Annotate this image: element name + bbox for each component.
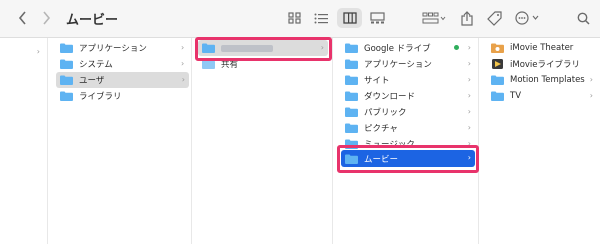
folder-icon: [60, 75, 73, 85]
list-item[interactable]: iMovieライブラリ: [487, 56, 597, 72]
list-item[interactable]: ユーザ ›: [56, 72, 189, 88]
folder-icon: [345, 43, 358, 53]
list-view-icon: [314, 13, 328, 23]
list-item-label: ダウンロード: [364, 92, 416, 102]
list-item-label: ライブラリ: [79, 92, 122, 102]
tag-button[interactable]: [484, 8, 504, 28]
search-icon: [577, 12, 590, 25]
imovie-library-icon: [492, 59, 503, 69]
folder-icon: [60, 59, 73, 69]
list-item[interactable]: iMovie Theater: [487, 40, 597, 56]
more-button[interactable]: [514, 9, 542, 27]
list-item[interactable]: ピクチャ ›: [341, 120, 475, 136]
list-item-label: ピクチャ: [364, 124, 398, 134]
gallery-view-icon: [369, 12, 385, 24]
chevron-right-icon: ›: [467, 123, 471, 132]
list-item-label: パブリック: [364, 108, 407, 118]
list-item-label: サイト: [364, 76, 390, 86]
list-item[interactable]: ライブラリ: [56, 88, 189, 104]
forward-button[interactable]: [38, 10, 54, 26]
column-3: › 共有: [192, 37, 333, 244]
folder-icon: [491, 91, 504, 101]
column-view-button[interactable]: [337, 8, 362, 28]
list-item-label: ユーザ: [79, 76, 105, 86]
list-item[interactable]: サイト ›: [341, 72, 475, 88]
column-1: ›: [0, 38, 48, 244]
list-item-label: Motion Templates: [510, 75, 585, 85]
list-item[interactable]: パブリック ›: [341, 104, 475, 120]
chevron-right-icon: ›: [589, 75, 593, 84]
grid-view-button[interactable]: [284, 9, 304, 27]
tag-icon: [486, 10, 502, 26]
group-button[interactable]: [420, 9, 448, 27]
list-item[interactable]: ›: [0, 44, 44, 60]
more-icon: [515, 11, 539, 25]
chevron-right-icon: ›: [181, 59, 185, 68]
folder-icon: [345, 75, 358, 85]
folder-icon: [345, 107, 358, 117]
chevron-left-icon: [18, 11, 26, 25]
chevron-right-icon: ›: [467, 59, 471, 68]
folder-icon: [345, 91, 358, 101]
chevron-right-icon: ›: [467, 43, 471, 52]
list-item-label: アプリケーション: [79, 44, 147, 54]
folder-icon: [60, 91, 73, 101]
back-button[interactable]: [14, 10, 30, 26]
highlight-box: [337, 145, 479, 173]
share-icon: [461, 10, 473, 26]
share-button[interactable]: [458, 8, 476, 28]
list-item-label: TV: [510, 91, 522, 101]
folder-icon: [345, 59, 358, 69]
sync-status-icon: [454, 45, 459, 50]
column-view-icon: [342, 12, 357, 24]
chevron-right-icon: [42, 11, 50, 25]
folder-icon: [60, 43, 73, 53]
chevron-right-icon: ›: [589, 91, 593, 100]
column-5: iMovie Theater iMovieライブラリ Motion Templa…: [479, 38, 600, 244]
list-item[interactable]: Motion Templates ›: [487, 72, 597, 88]
list-item[interactable]: Google ドライブ ›: [341, 40, 475, 56]
window-title: ムービー: [66, 13, 119, 28]
list-item[interactable]: アプリケーション: [56, 40, 189, 56]
chevron-right-icon: ›: [467, 91, 471, 100]
list-item[interactable]: アプリケーション ›: [341, 56, 475, 72]
column-4: Google ドライブ › アプリケーション › サイト › ダウンロード › …: [333, 38, 479, 244]
toolbar: ムービー: [0, 0, 600, 38]
column-browser: › アプリケーション システム ユーザ › ライブラリ › › › 共有 Goo…: [0, 37, 600, 244]
chevron-right-icon: ›: [181, 43, 185, 52]
chevron-right-icon: ›: [181, 75, 185, 84]
list-item[interactable]: TV ›: [487, 88, 597, 104]
chevron-right-icon: ›: [467, 75, 471, 84]
list-item-label: アプリケーション: [364, 60, 432, 70]
gallery-view-button[interactable]: [367, 9, 387, 27]
list-item[interactable]: システム: [56, 56, 189, 72]
folder-icon: [491, 75, 504, 85]
imovie-theater-icon: [491, 43, 504, 53]
chevron-right-icon: ›: [36, 47, 40, 56]
list-item-label: iMovieライブラリ: [510, 60, 581, 70]
chevron-right-icon: ›: [467, 107, 471, 116]
search-button[interactable]: [574, 9, 592, 27]
list-view-button[interactable]: [311, 9, 331, 27]
grid-view-icon: [287, 12, 301, 24]
list-item-label: iMovie Theater: [510, 43, 574, 53]
folder-icon: [345, 123, 358, 133]
list-item[interactable]: ダウンロード ›: [341, 88, 475, 104]
highlight-box: [195, 37, 332, 61]
list-item-label: システム: [79, 60, 113, 70]
group-icon: [422, 12, 446, 24]
list-item-label: Google ドライブ: [364, 44, 431, 54]
column-2: アプリケーション システム ユーザ › ライブラリ › ›: [48, 38, 192, 244]
